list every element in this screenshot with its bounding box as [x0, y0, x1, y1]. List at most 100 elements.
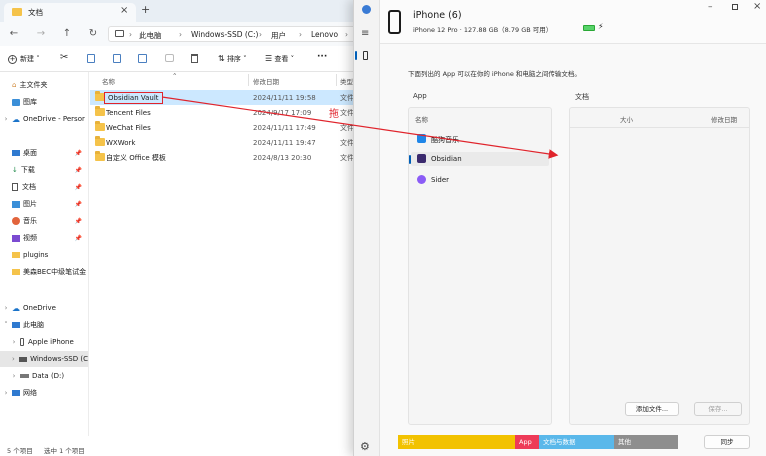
description-text: 下面列出的 App 可以在你的 iPhone 和电脑之间传输文档。	[408, 70, 581, 78]
column-divider[interactable]	[336, 74, 337, 86]
file-name: WXWork	[106, 138, 136, 147]
view-icon: ☰	[265, 54, 273, 63]
new-button[interactable]: + 新建 ˅	[8, 54, 40, 64]
paste-icon[interactable]	[113, 54, 121, 63]
refresh-icon[interactable]: ↻	[86, 27, 100, 41]
column-divider[interactable]	[248, 74, 249, 86]
column-header-type[interactable]: 类型	[340, 76, 353, 86]
nav-item-onedrive[interactable]: › ☁ OneDrive	[0, 300, 88, 316]
file-type: 文件	[340, 123, 354, 132]
apps-panel: 名称 酷狗音乐 Obsidian Sider	[408, 107, 552, 425]
breadcrumb-lenovo[interactable]: Lenovo	[311, 30, 338, 39]
share-icon[interactable]	[165, 54, 174, 62]
forward-icon[interactable]: →	[34, 27, 48, 41]
documents-column-modified: 修改日期	[711, 116, 737, 124]
tab-documents[interactable]: 文档 ×	[4, 3, 136, 22]
column-header-date[interactable]: 修改日期	[253, 76, 279, 86]
drive-icon	[18, 356, 28, 362]
selection-indicator	[409, 155, 411, 164]
nav-item-desktop[interactable]: 桌面 📌	[0, 145, 88, 161]
nav-item-network[interactable]: › 网络	[0, 385, 88, 401]
copy-icon[interactable]	[87, 54, 95, 63]
delete-icon[interactable]	[191, 54, 198, 63]
file-row-wxwork[interactable]: WXWork 2024/11/11 19:47 文件	[90, 135, 370, 150]
file-date: 2024/11/11 19:47	[253, 138, 316, 147]
nav-item-this-pc[interactable]: ˅ 此电脑	[0, 317, 88, 333]
file-date: 2024/11/11 19:58	[253, 93, 316, 102]
nav-item-gallery[interactable]: 图库	[0, 94, 88, 110]
sync-button[interactable]: 同步	[704, 435, 750, 449]
breadcrumb-separator: ›	[299, 30, 302, 39]
breadcrumb[interactable]: › 此电脑 › Windows-SSD (C:) › 用户 › Lenovo ›	[108, 26, 370, 42]
tab-title: 文档	[28, 8, 43, 17]
nav-item-c-drive[interactable]: › Windows-SSD (C	[0, 351, 88, 367]
file-row-obsidian-vault[interactable]: Obsidian Vault 2024/11/11 19:58 文件	[90, 90, 370, 105]
computer-icon	[12, 322, 20, 328]
file-explorer-window: 文档 × + ← → ↑ ↻ › 此电脑 › Windows-SSD (C:) …	[0, 0, 370, 456]
maximize-icon[interactable]	[732, 4, 738, 10]
minimize-icon[interactable]: –	[708, 2, 713, 12]
file-row-wechat-files[interactable]: WeChat Files 2024/11/11 17:49 文件	[90, 120, 370, 135]
breadcrumb-this-pc[interactable]: 此电脑	[139, 30, 162, 41]
settings-gear-icon[interactable]: ⚙	[360, 440, 370, 453]
back-icon[interactable]: ←	[7, 27, 21, 41]
nav-item-plugins[interactable]: plugins	[0, 247, 88, 263]
storage-other: 其他	[614, 435, 678, 449]
cut-icon[interactable]: ✂	[60, 52, 68, 63]
folder-icon	[12, 8, 22, 16]
nav-item-pictures[interactable]: 图片 📌	[0, 196, 88, 212]
folder-icon	[95, 151, 105, 161]
device-header: iPhone (6) iPhone 12 Pro · 127.88 GB（8.7…	[380, 0, 766, 44]
pin-icon: 📌	[74, 149, 82, 157]
desktop-icon	[12, 150, 20, 156]
menu-icon[interactable]: ≡	[361, 28, 369, 39]
rename-icon[interactable]	[138, 54, 147, 63]
add-file-button[interactable]: 添加文件...	[625, 402, 679, 416]
nav-item-onedrive-personal[interactable]: › ☁ OneDrive - Persor	[0, 111, 88, 127]
view-button[interactable]: ☰ 查看 ˅	[265, 54, 294, 64]
pane-divider[interactable]	[88, 72, 89, 436]
close-window-icon[interactable]: ×	[753, 1, 761, 12]
sider-icon	[417, 175, 426, 184]
folder-icon	[12, 269, 20, 275]
close-icon[interactable]: ×	[120, 5, 128, 16]
item-count: 5 个项目	[7, 447, 33, 455]
selection-count: 选中 1 个项目	[44, 447, 85, 455]
storage-documents: 文档与数据	[539, 435, 614, 449]
new-tab-icon[interactable]: +	[141, 3, 150, 16]
breadcrumb-c-drive[interactable]: Windows-SSD (C:)	[191, 30, 258, 39]
apps-section-header: App	[413, 92, 427, 100]
file-row-office-templates[interactable]: 自定义 Office 模板 2024/8/13 20:30 文件	[90, 150, 370, 165]
video-icon	[12, 234, 20, 242]
sort-button[interactable]: ⇅ 排序 ˅	[218, 54, 247, 64]
nav-item-bec[interactable]: 美森BEC中级笔试金	[0, 264, 88, 280]
pin-icon: 📌	[74, 166, 82, 174]
device-phone-icon[interactable]	[363, 51, 368, 60]
app-row-sider[interactable]: Sider	[411, 173, 549, 187]
nav-item-home[interactable]: ⌂ 主文件夹	[0, 77, 88, 93]
file-name: Tencent Files	[106, 108, 151, 117]
nav-item-apple-iphone[interactable]: › Apple iPhone	[0, 334, 88, 350]
nav-item-videos[interactable]: 视频 📌	[0, 230, 88, 246]
sort-indicator-icon: ⌃	[172, 72, 178, 80]
app-row-obsidian[interactable]: Obsidian	[409, 152, 549, 166]
nav-item-music[interactable]: 音乐 📌	[0, 213, 88, 229]
app-row-kugou[interactable]: 酷狗音乐	[411, 132, 549, 146]
network-icon	[12, 390, 20, 396]
pin-icon: 📌	[74, 234, 82, 242]
apps-column-header: 名称	[415, 116, 428, 124]
nav-item-documents[interactable]: 文档 📌	[0, 179, 88, 195]
breadcrumb-separator: ›	[259, 30, 262, 39]
nav-item-downloads[interactable]: ↓ 下载 📌	[0, 162, 88, 178]
breadcrumb-users[interactable]: 用户	[271, 30, 286, 41]
documents-section-header: 文档	[575, 93, 589, 101]
column-header-name[interactable]: 名称	[102, 76, 115, 86]
up-icon[interactable]: ↑	[60, 27, 74, 41]
computer-icon	[115, 30, 124, 37]
music-icon	[12, 217, 20, 225]
save-button[interactable]: 保存...	[694, 402, 742, 416]
phone-icon	[20, 338, 24, 346]
nav-item-d-drive[interactable]: › Data (D:)	[0, 368, 88, 384]
more-button[interactable]: ···	[317, 52, 327, 62]
file-row-tencent-files[interactable]: Tencent Files 2024/9/17 17:09 文件	[90, 105, 370, 120]
